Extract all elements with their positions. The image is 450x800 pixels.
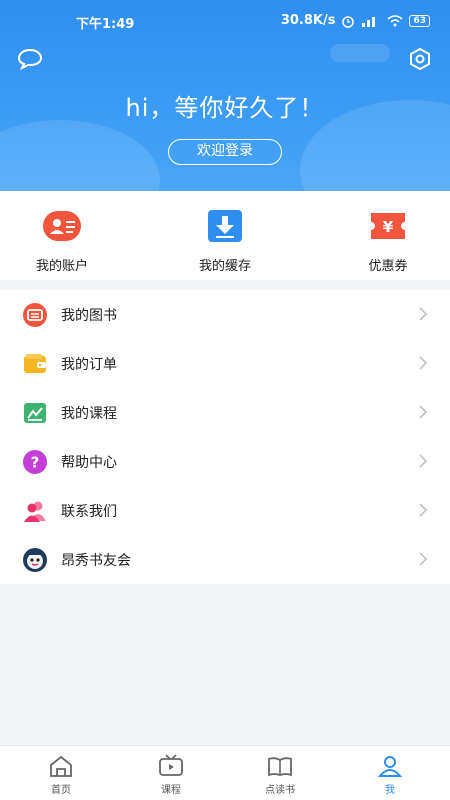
chevron-right-icon — [419, 356, 428, 370]
menu-item-label: 昂秀书友会 — [61, 553, 131, 569]
user-icon — [377, 756, 403, 777]
tab-read-along[interactable]: 点读书 — [240, 754, 320, 796]
svg-text:¥: ¥ — [383, 218, 394, 236]
settings-hexagon-icon[interactable] — [407, 46, 433, 72]
coupon-button[interactable]: ¥ 优惠券 — [333, 209, 443, 274]
menu-list: 我的图书 我的订单 我的课程 ? 帮助中心 联系我们 昂秀书友会 — [0, 290, 450, 584]
menu-item-my-orders[interactable]: 我的订单 — [0, 339, 450, 388]
chevron-right-icon — [419, 552, 428, 566]
coupon-icon: ¥ — [371, 213, 405, 239]
tab-home[interactable]: 首页 — [21, 754, 101, 796]
contacts-icon — [24, 501, 46, 522]
header-cloud — [0, 120, 160, 191]
my-account-button[interactable]: 我的账户 — [7, 209, 117, 274]
menu-item-book-club[interactable]: 昂秀书友会 — [0, 535, 450, 584]
tab-label: 课程 — [161, 785, 181, 796]
wifi-icon — [387, 14, 403, 26]
tv-icon — [159, 754, 183, 776]
status-time: 下午1:49 — [76, 17, 135, 32]
tab-me[interactable]: 我 — [350, 754, 430, 796]
club-avatar-icon — [23, 548, 47, 572]
menu-item-label: 我的订单 — [61, 357, 117, 373]
menu-item-contact-us[interactable]: 联系我们 — [0, 486, 450, 535]
alarm-icon — [342, 15, 355, 28]
chevron-right-icon — [419, 503, 428, 517]
battery-indicator: 63 — [409, 14, 430, 27]
tab-label: 首页 — [51, 785, 71, 796]
download-icon — [208, 210, 242, 242]
chevron-right-icon — [419, 307, 428, 321]
menu-item-label: 联系我们 — [61, 504, 117, 520]
quick-actions: 我的账户 我的缓存 ¥ 优惠券 — [0, 191, 450, 280]
status-bar: 下午1:49 30.8K/s 63 — [0, 0, 450, 40]
menu-item-my-books[interactable]: 我的图书 — [0, 290, 450, 339]
open-book-icon — [268, 757, 292, 777]
help-icon: ? — [23, 450, 47, 474]
message-icon[interactable] — [17, 46, 43, 72]
chevron-right-icon — [419, 454, 428, 468]
menu-item-help-center[interactable]: ? 帮助中心 — [0, 437, 450, 486]
tab-courses[interactable]: 课程 — [131, 754, 211, 796]
coupon-label: 优惠券 — [368, 259, 408, 274]
menu-item-label: 帮助中心 — [61, 455, 117, 471]
book-icon — [23, 303, 47, 327]
wallet-icon — [24, 354, 46, 373]
menu-item-my-courses[interactable]: 我的课程 — [0, 388, 450, 437]
account-card-icon — [43, 211, 81, 241]
my-account-label: 我的账户 — [35, 259, 88, 274]
my-cache-button[interactable]: 我的缓存 — [170, 209, 280, 274]
network-speed: 30.8K/s — [280, 13, 336, 28]
course-icon — [24, 403, 46, 423]
tab-label: 我 — [385, 785, 395, 796]
home-icon — [50, 755, 72, 777]
menu-item-label: 我的图书 — [61, 308, 117, 324]
header-ufo — [330, 44, 390, 62]
profile-header: 下午1:49 30.8K/s 63 hi，等你好久了！ 欢迎登录 — [0, 0, 450, 191]
menu-item-label: 我的课程 — [61, 406, 117, 422]
login-button[interactable]: 欢迎登录 — [168, 139, 282, 165]
signal-icon — [362, 16, 376, 27]
status-right: 30.8K/s 63 — [281, 13, 430, 28]
svg-text:?: ? — [31, 454, 40, 472]
bottom-nav: 首页 课程 点读书 我 — [0, 745, 450, 800]
chevron-right-icon — [419, 405, 428, 419]
tab-label: 点读书 — [265, 785, 295, 796]
my-cache-label: 我的缓存 — [198, 259, 251, 274]
greeting-text: hi，等你好久了！ — [125, 94, 325, 122]
